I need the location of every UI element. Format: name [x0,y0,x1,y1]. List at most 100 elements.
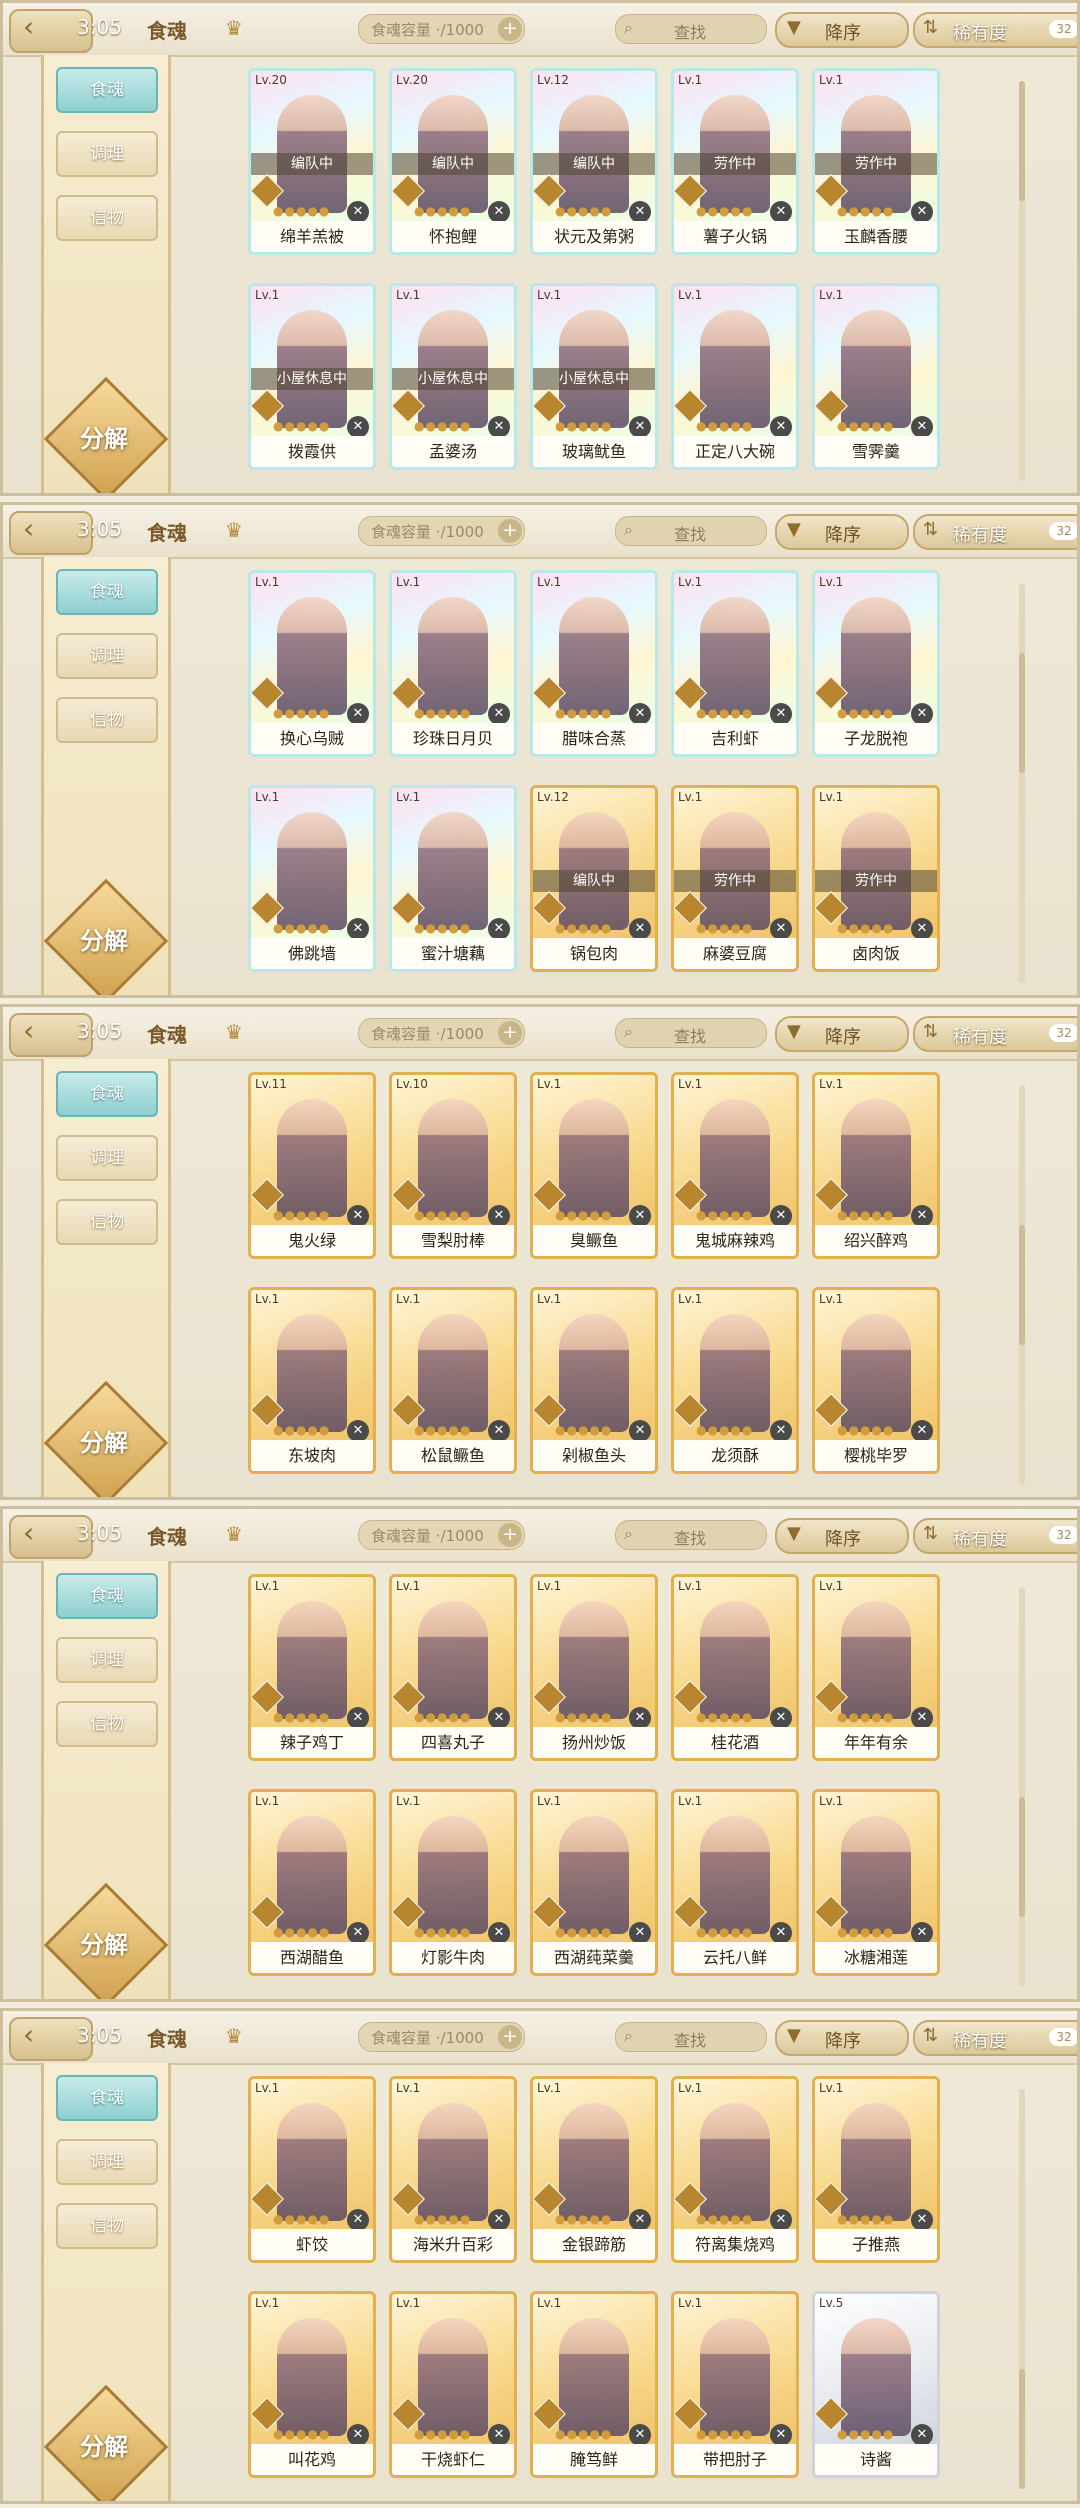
foodsoul-card[interactable]: Lv.1 ●●●●● ✕ 西湖醋鱼 [248,1789,376,1976]
foodsoul-card[interactable]: Lv.1 ●●●●● ✕ 珍珠日月贝 [389,570,517,757]
down-triangle-icon: ▼ [787,519,801,540]
sidebar-item-token[interactable]: 信物 [56,195,158,241]
foodsoul-card[interactable]: Lv.1 ●●●●● ✕ 冰糖湘莲 [812,1789,940,1976]
search-input[interactable]: ⌕ 查找 [615,516,767,546]
sidebar-item-cooking[interactable]: 调理 [56,1135,158,1181]
foodsoul-card[interactable]: Lv.11 ●●●●● ✕ 鬼火绿 [248,1072,376,1259]
search-input[interactable]: ⌕ 查找 [615,1520,767,1550]
foodsoul-card[interactable]: Lv.20 编队中 ●●●●● ✕ 绵羊羔被 [248,68,376,255]
sidebar-item-foodsoul[interactable]: 食魂 [56,67,158,113]
foodsoul-card[interactable]: Lv.1 小屋休息中 ●●●●● ✕ 玻璃鱿鱼 [530,283,658,470]
foodsoul-card[interactable]: Lv.1 ●●●●● ✕ 符离集烧鸡 [671,2076,799,2263]
foodsoul-card[interactable]: Lv.1 ●●●●● ✕ 换心乌贼 [248,570,376,757]
foodsoul-card[interactable]: Lv.1 ●●●●● ✕ 桂花酒 [671,1574,799,1761]
filter-button[interactable]: ⇅ 稀有度 32 [913,12,1077,48]
sidebar-item-cooking[interactable]: 调理 [56,1637,158,1683]
filter-button[interactable]: ⇅ 稀有度 32 [913,2020,1077,2056]
foodsoul-card[interactable]: Lv.1 ●●●●● ✕ 子龙脱袍 [812,570,940,757]
foodsoul-card[interactable]: Lv.1 ●●●●● ✕ 臭鳜鱼 [530,1072,658,1259]
sidebar-item-cooking[interactable]: 调理 [56,2139,158,2185]
sort-button[interactable]: ▼ 降序 [775,514,909,550]
scrollbar-thumb[interactable] [1019,1225,1025,1345]
scrollbar[interactable] [1019,583,1025,983]
scrollbar[interactable] [1019,81,1025,481]
sidebar-item-foodsoul[interactable]: 食魂 [56,1573,158,1619]
sort-button[interactable]: ▼ 降序 [775,1518,909,1554]
scrollbar-thumb[interactable] [1019,2369,1025,2489]
foodsoul-card[interactable]: Lv.1 ●●●●● ✕ 鬼城麻辣鸡 [671,1072,799,1259]
foodsoul-card[interactable]: Lv.10 ●●●●● ✕ 雪梨肘棒 [389,1072,517,1259]
sidebar-item-cooking[interactable]: 调理 [56,131,158,177]
foodsoul-card[interactable]: Lv.1 ●●●●● ✕ 金银蹄筋 [530,2076,658,2263]
plus-icon[interactable]: + [498,1021,522,1045]
foodsoul-card[interactable]: Lv.1 ●●●●● ✕ 海米升百彩 [389,2076,517,2263]
foodsoul-card[interactable]: Lv.20 编队中 ●●●●● ✕ 怀抱鲤 [389,68,517,255]
sidebar-item-cooking[interactable]: 调理 [56,633,158,679]
foodsoul-card[interactable]: Lv.1 ●●●●● ✕ 蜜汁塘藕 [389,785,517,972]
sort-button[interactable]: ▼ 降序 [775,1016,909,1052]
foodsoul-card[interactable]: Lv.1 ●●●●● ✕ 扬州炒饭 [530,1574,658,1761]
scrollbar[interactable] [1019,1587,1025,1987]
foodsoul-card[interactable]: Lv.1 ●●●●● ✕ 佛跳墙 [248,785,376,972]
foodsoul-card[interactable]: Lv.1 劳作中 ●●●●● ✕ 玉麟香腰 [812,68,940,255]
foodsoul-card[interactable]: Lv.1 ●●●●● ✕ 吉利虾 [671,570,799,757]
foodsoul-card[interactable]: Lv.1 ●●●●● ✕ 绍兴醉鸡 [812,1072,940,1259]
foodsoul-card[interactable]: Lv.1 ●●●●● ✕ 西湖莼菜羹 [530,1789,658,1976]
scrollbar[interactable] [1019,2089,1025,2489]
sort-button[interactable]: ▼ 降序 [775,2020,909,2056]
filter-button[interactable]: ⇅ 稀有度 32 [913,1016,1077,1052]
foodsoul-card[interactable]: Lv.1 ●●●●● ✕ 年年有余 [812,1574,940,1761]
foodsoul-card[interactable]: Lv.1 劳作中 ●●●●● ✕ 薯子火锅 [671,68,799,255]
sidebar-item-foodsoul[interactable]: 食魂 [56,1071,158,1117]
foodsoul-card[interactable]: Lv.1 ●●●●● ✕ 龙须酥 [671,1287,799,1474]
foodsoul-card[interactable]: Lv.1 ●●●●● ✕ 灯影牛肉 [389,1789,517,1976]
foodsoul-card[interactable]: Lv.1 ●●●●● ✕ 剁椒鱼头 [530,1287,658,1474]
sidebar-item-token[interactable]: 信物 [56,697,158,743]
search-input[interactable]: ⌕ 查找 [615,1018,767,1048]
filter-button[interactable]: ⇅ 稀有度 32 [913,1518,1077,1554]
filter-button[interactable]: ⇅ 稀有度 32 [913,514,1077,550]
foodsoul-card[interactable]: Lv.1 小屋休息中 ●●●●● ✕ 孟婆汤 [389,283,517,470]
plus-icon[interactable]: + [498,519,522,543]
foodsoul-card[interactable]: Lv.1 劳作中 ●●●●● ✕ 麻婆豆腐 [671,785,799,972]
foodsoul-card[interactable]: Lv.1 ●●●●● ✕ 叫花鸡 [248,2291,376,2478]
foodsoul-card[interactable]: Lv.5 ●●●●● ✕ 诗酱 [812,2291,940,2478]
foodsoul-card[interactable]: Lv.1 ●●●●● ✕ 樱桃毕罗 [812,1287,940,1474]
sort-button[interactable]: ▼ 降序 [775,12,909,48]
magnifier-icon: ⌕ [624,18,633,37]
sidebar-item-foodsoul[interactable]: 食魂 [56,569,158,615]
foodsoul-card[interactable]: Lv.12 编队中 ●●●●● ✕ 锅包肉 [530,785,658,972]
plus-icon[interactable]: + [498,17,522,41]
plus-icon[interactable]: + [498,2025,522,2049]
foodsoul-card[interactable]: Lv.1 ●●●●● ✕ 腌笃鲜 [530,2291,658,2478]
scrollbar-thumb[interactable] [1019,81,1025,201]
search-input[interactable]: ⌕ 查找 [615,14,767,44]
foodsoul-card[interactable]: Lv.1 劳作中 ●●●●● ✕ 卤肉饭 [812,785,940,972]
search-input[interactable]: ⌕ 查找 [615,2022,767,2052]
down-triangle-icon: ▼ [787,2025,801,2046]
foodsoul-card[interactable]: Lv.1 ●●●●● ✕ 松鼠鳜鱼 [389,1287,517,1474]
foodsoul-card[interactable]: Lv.1 ●●●●● ✕ 带把肘子 [671,2291,799,2478]
sidebar-item-token[interactable]: 信物 [56,1199,158,1245]
foodsoul-card[interactable]: Lv.1 ●●●●● ✕ 雪霁羹 [812,283,940,470]
foodsoul-card[interactable]: Lv.1 ●●●●● ✕ 腊味合蒸 [530,570,658,757]
foodsoul-card[interactable]: Lv.1 ●●●●● ✕ 干烧虾仁 [389,2291,517,2478]
scrollbar[interactable] [1019,1085,1025,1485]
foodsoul-card[interactable]: Lv.1 ●●●●● ✕ 辣子鸡丁 [248,1574,376,1761]
plus-icon[interactable]: + [498,1523,522,1547]
foodsoul-card[interactable]: Lv.1 ●●●●● ✕ 子推燕 [812,2076,940,2263]
sidebar-item-token[interactable]: 信物 [56,1701,158,1747]
foodsoul-card[interactable]: Lv.12 编队中 ●●●●● ✕ 状元及第粥 [530,68,658,255]
sidebar-item-token[interactable]: 信物 [56,2203,158,2249]
scrollbar-thumb[interactable] [1019,1797,1025,1917]
foodsoul-card[interactable]: Lv.1 ●●●●● ✕ 虾饺 [248,2076,376,2263]
foodsoul-card[interactable]: Lv.1 ●●●●● ✕ 四喜丸子 [389,1574,517,1761]
card-name: 怀抱鲤 [392,221,514,252]
foodsoul-card[interactable]: Lv.1 ●●●●● ✕ 云托八鲜 [671,1789,799,1976]
sidebar-item-foodsoul[interactable]: 食魂 [56,2075,158,2121]
foodsoul-card[interactable]: Lv.1 ●●●●● ✕ 正定八大碗 [671,283,799,470]
scrollbar-thumb[interactable] [1019,653,1025,773]
foodsoul-card[interactable]: Lv.1 ●●●●● ✕ 东坡肉 [248,1287,376,1474]
foodsoul-card[interactable]: Lv.1 小屋休息中 ●●●●● ✕ 拨霞供 [248,283,376,470]
star-rank-icons: ●●●●● [696,204,754,218]
